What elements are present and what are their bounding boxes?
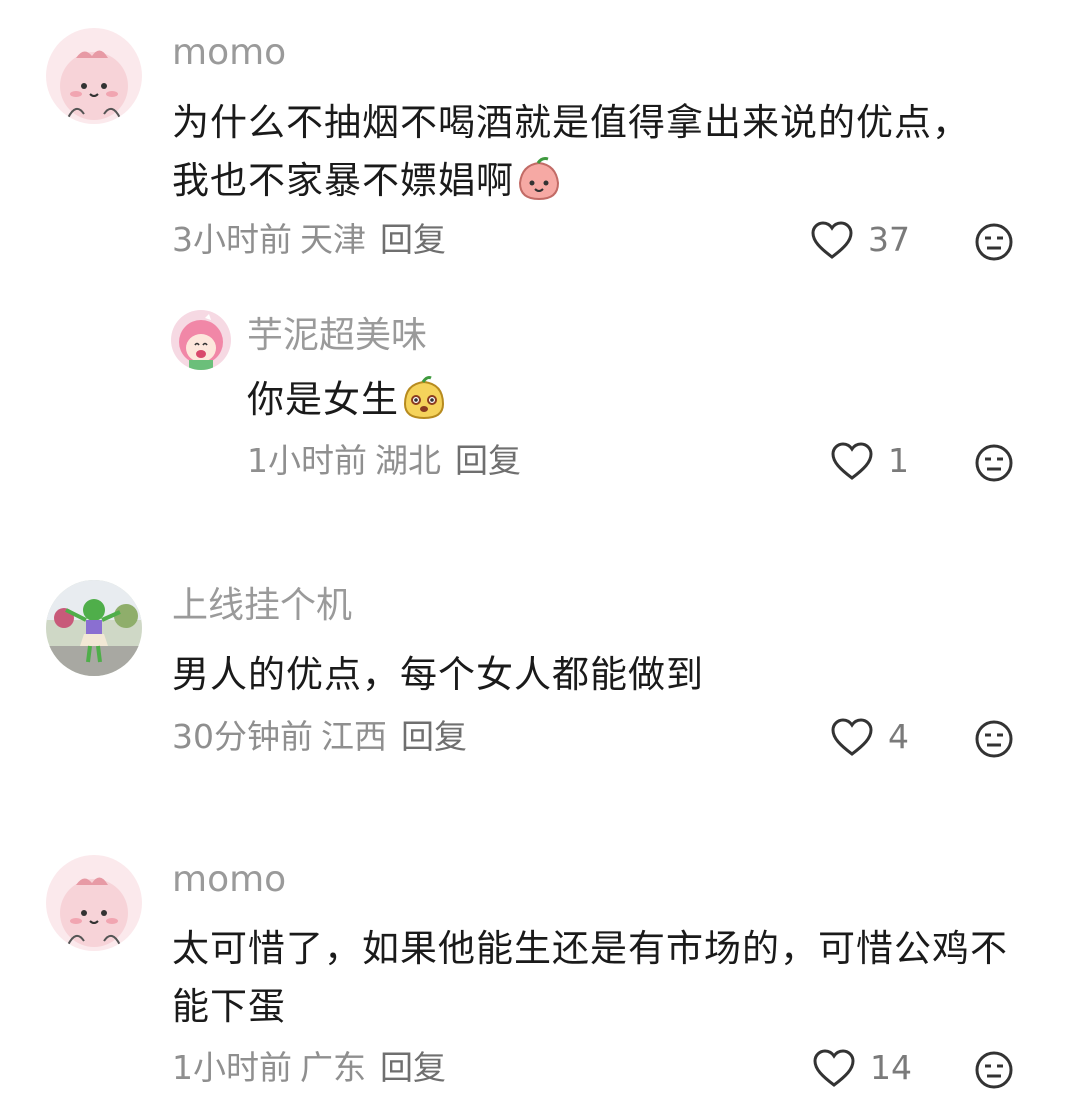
like-button[interactable]: 37 [810, 220, 910, 260]
location: 广东 [300, 1048, 366, 1087]
meh-face-icon [975, 720, 1013, 758]
heart-outline-icon [813, 1049, 855, 1087]
reply-button[interactable]: 回复 [380, 1048, 446, 1087]
reply-button[interactable]: 回复 [455, 441, 521, 480]
dislike-button[interactable] [974, 443, 1014, 487]
comment-text-content: 你是女生 [247, 378, 399, 421]
timestamp: 1小时前 [172, 1048, 292, 1087]
heart-outline-icon [811, 221, 853, 259]
comment-text-content: 男人的优点，每个女人都能做到 [172, 653, 704, 696]
location: 天津 [300, 220, 366, 259]
comment-text-content: 为什么不抽烟不喝酒就是值得拿出来说的优点，我也不家暴不嫖娼啊 [172, 101, 970, 202]
like-button[interactable]: 4 [830, 717, 909, 757]
comment-text-content: 太可惜了，如果他能生还是有市场的，可惜公鸡不能下蛋 [172, 927, 1008, 1028]
comment-text: 你是女生 [247, 371, 947, 437]
comment-text: 为什么不抽烟不喝酒就是值得拿出来说的优点，我也不家暴不嫖娼啊 [172, 94, 992, 218]
username[interactable]: momo [172, 31, 286, 75]
like-count: 14 [870, 1048, 912, 1087]
username[interactable]: 芋泥超美味 [247, 314, 427, 358]
comment-meta: 30分钟前 江西 回复 [172, 717, 467, 757]
like-count: 1 [888, 441, 909, 480]
avatar[interactable] [46, 855, 142, 951]
avatar[interactable] [46, 580, 142, 676]
heart-outline-icon [831, 442, 873, 480]
like-button[interactable]: 14 [812, 1048, 912, 1088]
reply-button[interactable]: 回复 [380, 220, 446, 259]
like-count: 4 [888, 717, 909, 756]
comment-meta: 1小时前 广东 回复 [172, 1048, 446, 1088]
reply-button[interactable]: 回复 [401, 717, 467, 756]
heart-outline-icon [831, 718, 873, 756]
timestamp: 3小时前 [172, 220, 292, 259]
comment-meta: 3小时前 天津 回复 [172, 220, 446, 260]
peach-face-emoji [516, 155, 562, 218]
meh-face-icon [975, 1051, 1013, 1089]
timestamp: 1小时前 [247, 441, 367, 480]
dislike-button[interactable] [974, 719, 1014, 763]
meh-face-icon [975, 223, 1013, 261]
like-count: 37 [868, 220, 910, 259]
location: 江西 [321, 717, 387, 756]
like-button[interactable]: 1 [830, 441, 909, 481]
yellow-pear-face-emoji [401, 374, 447, 437]
comment-meta: 1小时前 湖北 回复 [247, 441, 521, 481]
dislike-button[interactable] [974, 1050, 1014, 1094]
username[interactable]: 上线挂个机 [172, 584, 352, 628]
comment-text: 男人的优点，每个女人都能做到 [172, 646, 992, 704]
timestamp: 30分钟前 [172, 717, 313, 756]
avatar[interactable] [171, 310, 231, 370]
comment-text: 太可惜了，如果他能生还是有市场的，可惜公鸡不能下蛋 [172, 920, 1022, 1036]
username[interactable]: momo [172, 858, 286, 902]
meh-face-icon [975, 444, 1013, 482]
avatar[interactable] [46, 28, 142, 124]
location: 湖北 [375, 441, 441, 480]
dislike-button[interactable] [974, 222, 1014, 266]
